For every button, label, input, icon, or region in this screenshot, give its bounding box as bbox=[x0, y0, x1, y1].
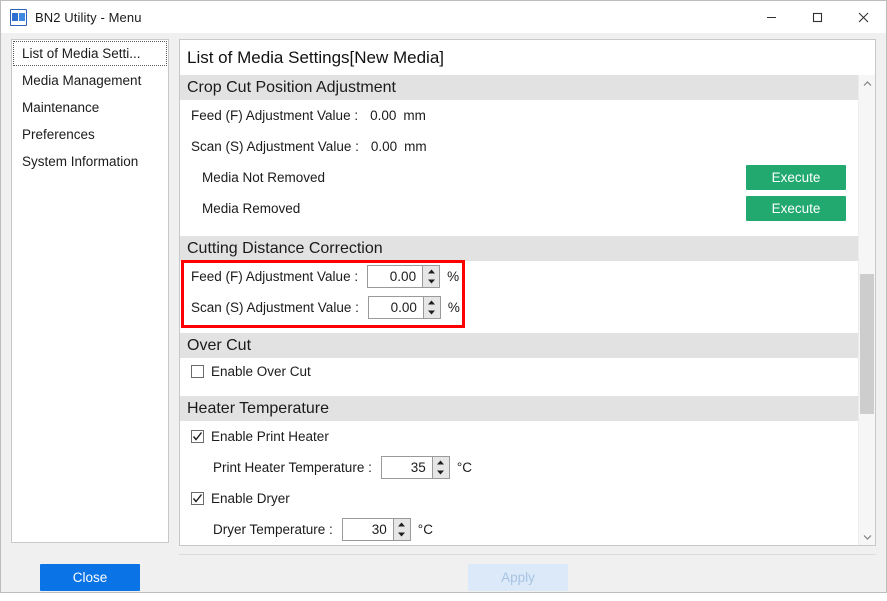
row-label: Print Heater Temperature : bbox=[213, 460, 372, 475]
checkbox-enable-over-cut[interactable] bbox=[191, 365, 204, 378]
row-enable-print-heater: Enable Print Heater bbox=[180, 421, 858, 452]
application-window: BN2 Utility - Menu List of Media Setti..… bbox=[0, 0, 887, 593]
scroll-region: Crop Cut Position Adjustment Feed (F) Ad… bbox=[180, 75, 875, 545]
spacer bbox=[180, 224, 858, 236]
spinner-print-heater-temperature[interactable]: 35 bbox=[381, 456, 450, 479]
sidebar-item-label: List of Media Setti... bbox=[22, 46, 141, 61]
spinner-value[interactable]: 35 bbox=[381, 456, 433, 479]
spinner-dryer-temperature[interactable]: 30 bbox=[342, 518, 411, 541]
row-label: Media Removed bbox=[202, 201, 300, 216]
spinner-value[interactable]: 30 bbox=[342, 518, 394, 541]
row-crop-feed-adjust: Feed (F) Adjustment Value : 0.00 mm bbox=[180, 100, 858, 131]
sidebar-item-label: Preferences bbox=[22, 127, 95, 142]
row-crop-scan-adjust: Scan (S) Adjustment Value : 0.00 mm bbox=[180, 131, 858, 162]
row-unit: % bbox=[447, 269, 459, 284]
section-header-over-cut: Over Cut bbox=[180, 333, 858, 358]
execute-button-media-removed[interactable]: Execute bbox=[746, 196, 846, 221]
spinner-down-icon[interactable] bbox=[424, 308, 440, 319]
section-header-heater-temperature: Heater Temperature bbox=[180, 396, 858, 421]
spinner-cut-scan-adjust[interactable]: 0.00 bbox=[368, 296, 441, 319]
row-cut-scan-adjust: Scan (S) Adjustment Value : 0.00 % bbox=[180, 292, 858, 323]
settings-list: Crop Cut Position Adjustment Feed (F) Ad… bbox=[180, 75, 858, 545]
spinner-buttons[interactable] bbox=[424, 296, 441, 319]
row-unit: % bbox=[448, 300, 460, 315]
row-label: Feed (F) Adjustment Value : bbox=[191, 108, 358, 123]
row-label: Media Not Removed bbox=[202, 170, 325, 185]
scrollbar-thumb[interactable] bbox=[860, 274, 874, 414]
row-label: Feed (F) Adjustment Value : bbox=[191, 269, 358, 284]
sidebar-item-system-information[interactable]: System Information bbox=[12, 148, 168, 175]
close-button[interactable]: Close bbox=[40, 564, 140, 591]
main-area: List of Media Settings[New Media] Crop C… bbox=[179, 39, 876, 546]
row-enable-over-cut: Enable Over Cut bbox=[180, 358, 858, 384]
checkbox-enable-print-heater[interactable] bbox=[191, 430, 204, 443]
page-title: List of Media Settings[New Media] bbox=[180, 40, 875, 75]
row-unit: mm bbox=[403, 108, 426, 123]
section-header-crop-cut: Crop Cut Position Adjustment bbox=[180, 75, 858, 100]
spinner-value[interactable]: 0.00 bbox=[368, 296, 424, 319]
spinner-buttons[interactable] bbox=[394, 518, 411, 541]
row-value: 0.00 bbox=[370, 108, 396, 123]
sidebar-nav: List of Media Setti... Media Management … bbox=[11, 39, 169, 543]
title-bar: BN2 Utility - Menu bbox=[1, 1, 886, 33]
scroll-up-icon[interactable] bbox=[859, 75, 875, 92]
row-label: Enable Over Cut bbox=[211, 364, 311, 379]
minimize-icon[interactable] bbox=[748, 1, 794, 33]
close-icon[interactable] bbox=[840, 1, 886, 33]
spinner-up-icon[interactable] bbox=[423, 266, 439, 277]
row-unit: °C bbox=[418, 522, 433, 537]
window-content: List of Media Setti... Media Management … bbox=[1, 33, 886, 554]
footer-bar: Close Apply bbox=[1, 554, 886, 601]
sidebar-item-label: Media Management bbox=[22, 73, 141, 88]
settings-panel: List of Media Settings[New Media] Crop C… bbox=[179, 39, 876, 546]
spinner-down-icon[interactable] bbox=[394, 530, 410, 541]
row-unit: °C bbox=[457, 460, 472, 475]
sidebar-item-media-management[interactable]: Media Management bbox=[12, 67, 168, 94]
cutting-distance-group: Feed (F) Adjustment Value : 0.00 % Scan … bbox=[180, 261, 858, 323]
row-label: Scan (S) Adjustment Value : bbox=[191, 139, 359, 154]
scrollbar-track[interactable] bbox=[859, 92, 875, 528]
row-label: Dryer Temperature : bbox=[213, 522, 333, 537]
spinner-up-icon[interactable] bbox=[424, 297, 440, 308]
row-label: Scan (S) Adjustment Value : bbox=[191, 300, 359, 315]
spinner-down-icon[interactable] bbox=[423, 277, 439, 288]
window-controls bbox=[748, 1, 886, 33]
row-label: Enable Print Heater bbox=[211, 429, 329, 444]
footer-divider bbox=[179, 554, 876, 555]
row-cut-feed-adjust: Feed (F) Adjustment Value : 0.00 % bbox=[180, 261, 858, 292]
sidebar-item-label: Maintenance bbox=[22, 100, 99, 115]
vertical-scrollbar[interactable] bbox=[858, 75, 875, 545]
row-media-not-removed: Media Not Removed Execute bbox=[180, 162, 858, 193]
window-title: BN2 Utility - Menu bbox=[35, 10, 142, 25]
row-media-removed: Media Removed Execute bbox=[180, 193, 858, 224]
spacer bbox=[180, 323, 858, 333]
sidebar-item-maintenance[interactable]: Maintenance bbox=[12, 94, 168, 121]
maximize-icon[interactable] bbox=[794, 1, 840, 33]
apply-button[interactable]: Apply bbox=[468, 564, 568, 591]
scroll-down-icon[interactable] bbox=[859, 528, 875, 545]
row-dryer-temperature: Dryer Temperature : 30 °C bbox=[180, 514, 858, 545]
spinner-down-icon[interactable] bbox=[433, 468, 449, 479]
spinner-up-icon[interactable] bbox=[394, 519, 410, 530]
sidebar-item-label: System Information bbox=[22, 154, 138, 169]
row-value: 0.00 bbox=[371, 139, 397, 154]
spinner-buttons[interactable] bbox=[433, 456, 450, 479]
app-logo-icon bbox=[10, 9, 27, 26]
row-label: Enable Dryer bbox=[211, 491, 290, 506]
row-enable-dryer: Enable Dryer bbox=[180, 483, 858, 514]
spinner-value[interactable]: 0.00 bbox=[367, 265, 423, 288]
row-print-heater-temperature: Print Heater Temperature : 35 °C bbox=[180, 452, 858, 483]
sidebar-item-list-of-media-settings[interactable]: List of Media Setti... bbox=[12, 40, 168, 67]
spinner-buttons[interactable] bbox=[423, 265, 440, 288]
spinner-up-icon[interactable] bbox=[433, 457, 449, 468]
sidebar-item-preferences[interactable]: Preferences bbox=[12, 121, 168, 148]
checkbox-enable-dryer[interactable] bbox=[191, 492, 204, 505]
spacer bbox=[180, 384, 858, 396]
section-header-cutting-distance: Cutting Distance Correction bbox=[180, 236, 858, 261]
spinner-cut-feed-adjust[interactable]: 0.00 bbox=[367, 265, 440, 288]
row-unit: mm bbox=[404, 139, 427, 154]
execute-button-media-not-removed[interactable]: Execute bbox=[746, 165, 846, 190]
